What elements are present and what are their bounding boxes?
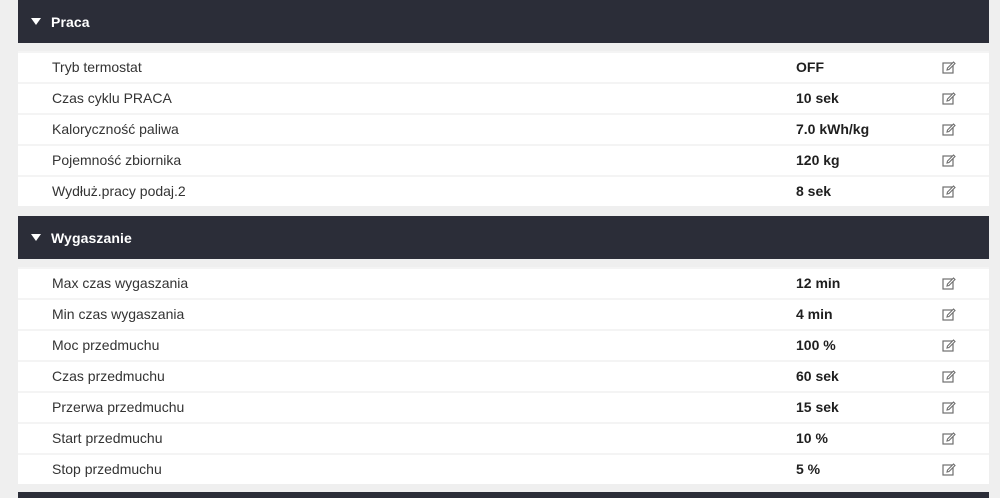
edit-icon[interactable] (942, 432, 956, 446)
row-label: Min czas wygaszania (52, 306, 185, 322)
row-value: 8 sek (796, 183, 832, 199)
table-row: Czas przedmuchu 60 sek (18, 362, 989, 391)
caret-down-icon (31, 18, 41, 25)
edit-icon[interactable] (942, 61, 956, 75)
edit-icon[interactable] (942, 401, 956, 415)
table-row: Tryb termostat OFF (18, 53, 989, 82)
table-row: Start przedmuchu 10 % (18, 424, 989, 453)
section-header-wygaszanie[interactable]: Wygaszanie (18, 216, 989, 259)
row-label: Max czas wygaszania (52, 275, 189, 291)
edit-icon[interactable] (942, 463, 956, 477)
row-label: Moc przedmuchu (52, 337, 160, 353)
row-value: 10 % (796, 430, 828, 446)
section-title: Praca (51, 13, 90, 30)
table-row: Przerwa przedmuchu 15 sek (18, 393, 989, 422)
row-label: Wydłuż.pracy podaj.2 (52, 183, 186, 199)
edit-icon[interactable] (942, 370, 956, 384)
row-label: Stop przedmuchu (52, 461, 162, 477)
row-value: 10 sek (796, 90, 839, 106)
next-section-header[interactable] (18, 492, 989, 498)
row-value: 7.0 kWh/kg (796, 121, 870, 137)
row-value: 15 sek (796, 399, 839, 415)
row-label: Pojemność zbiornika (52, 152, 182, 168)
table-row: Kaloryczność paliwa 7.0 kWh/kg (18, 115, 989, 144)
row-label: Czas cyklu PRACA (52, 90, 172, 106)
row-value: 120 kg (796, 152, 840, 168)
edit-icon[interactable] (942, 277, 956, 291)
table-row: Moc przedmuchu 100 % (18, 331, 989, 360)
section-title: Wygaszanie (51, 229, 132, 246)
row-label: Przerwa przedmuchu (52, 399, 185, 415)
table-row: Stop przedmuchu 5 % (18, 455, 989, 484)
row-label: Kaloryczność paliwa (52, 121, 179, 137)
settings-page: Praca Tryb termostat OFF Czas cyklu PRAC… (0, 0, 1000, 498)
edit-icon[interactable] (942, 308, 956, 322)
row-label: Start przedmuchu (52, 430, 163, 446)
section-header-praca[interactable]: Praca (18, 0, 989, 43)
row-value: 4 min (796, 306, 833, 322)
table-row: Max czas wygaszania 12 min (18, 269, 989, 298)
row-value: 12 min (796, 275, 841, 291)
row-value: 100 % (796, 337, 836, 353)
table-row: Pojemność zbiornika 120 kg (18, 146, 989, 175)
edit-icon[interactable] (942, 123, 956, 137)
row-value: 60 sek (796, 368, 839, 384)
caret-down-icon (31, 234, 41, 241)
edit-icon[interactable] (942, 154, 956, 168)
row-label: Czas przedmuchu (52, 368, 165, 384)
row-value: OFF (796, 59, 824, 75)
table-row: Min czas wygaszania 4 min (18, 300, 989, 329)
edit-icon[interactable] (942, 185, 956, 199)
edit-icon[interactable] (942, 92, 956, 106)
edit-icon[interactable] (942, 339, 956, 353)
row-label: Tryb termostat (52, 59, 142, 75)
table-row: Wydłuż.pracy podaj.2 8 sek (18, 177, 989, 206)
table-row: Czas cyklu PRACA 10 sek (18, 84, 989, 113)
row-value: 5 % (796, 461, 821, 477)
